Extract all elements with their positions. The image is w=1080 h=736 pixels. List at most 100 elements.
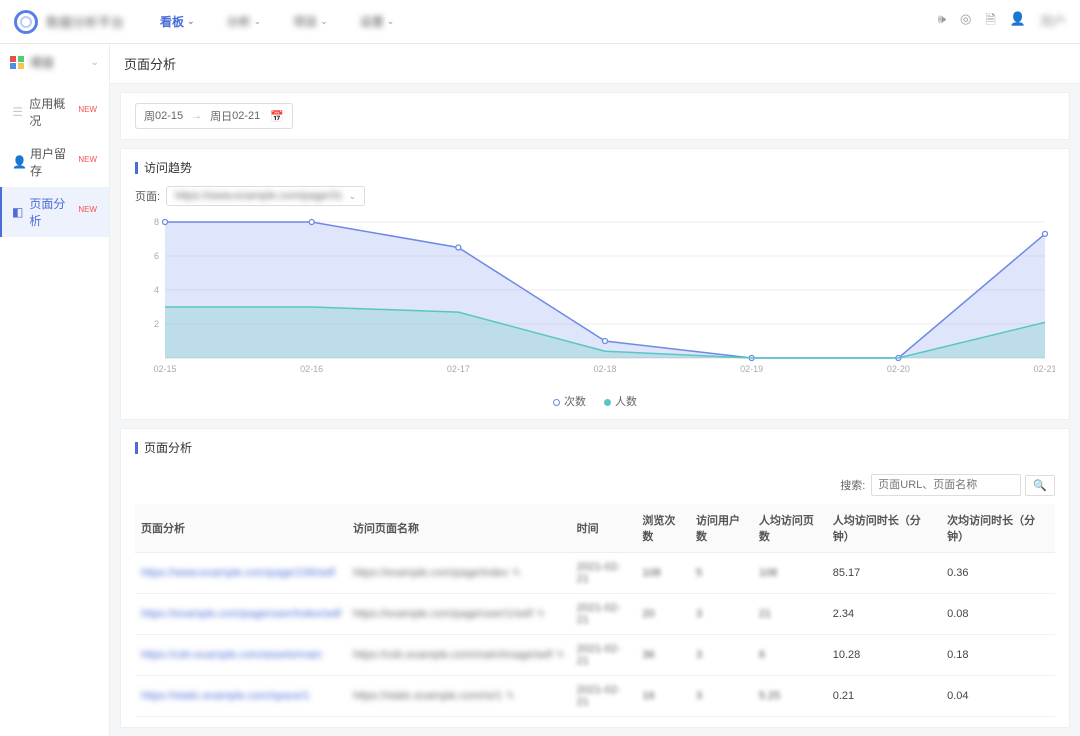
edit-icon[interactable]: ✎ xyxy=(537,609,545,620)
trend-card: 访问趋势 页面: https://www.example.com/page/31… xyxy=(120,148,1070,420)
main: 页面分析 周 02-15 → 周日 02-21 📅 访问趋势 页面: https… xyxy=(110,44,1080,736)
legend-visits: 次数 xyxy=(564,396,586,408)
table-header: 浏览次数 xyxy=(636,504,690,553)
svg-text:02-15: 02-15 xyxy=(153,364,176,374)
row-time: 2021-02-21 xyxy=(571,594,637,635)
logo-icon xyxy=(14,10,38,34)
row-users: 5 xyxy=(690,553,753,594)
row-users: 3 xyxy=(690,594,753,635)
date-from: 02-15 xyxy=(155,110,183,122)
arrow-right-icon: → xyxy=(191,110,202,122)
date-range-picker[interactable]: 周 02-15 → 周日 02-21 📅 xyxy=(135,103,293,129)
row-url[interactable]: https://example.com/page/user/index/self xyxy=(135,594,347,635)
nav-item-2[interactable]: 项目⌄ xyxy=(293,13,328,30)
row-avg-duration-visit: 0.18 xyxy=(941,635,1055,676)
doc-icon[interactable]: 🗎 xyxy=(985,11,995,33)
row-name: https://example.com/page/index✎ xyxy=(347,553,571,594)
chart-legend: 次数 人数 xyxy=(121,389,1069,419)
user-icon[interactable]: 👤 xyxy=(1010,11,1026,33)
table-row: https://example.com/page/user/index/self… xyxy=(135,594,1055,635)
brand-name: 数据分析平台 xyxy=(46,12,124,31)
svg-text:02-16: 02-16 xyxy=(300,364,323,374)
new-badge: NEW xyxy=(78,155,97,164)
row-views: 108 xyxy=(636,553,690,594)
row-avg-pages: 6 xyxy=(753,635,827,676)
sidebar-item-2[interactable]: ◧页面分析NEW xyxy=(0,187,109,237)
svg-text:2: 2 xyxy=(154,319,159,329)
svg-text:02-17: 02-17 xyxy=(447,364,470,374)
sidebar-item-label: 用户留存 xyxy=(30,145,74,179)
row-avg-duration-user: 10.28 xyxy=(827,635,941,676)
row-avg-pages: 108 xyxy=(753,553,827,594)
topbar: 数据分析平台 看板⌄ 分析⌄ 项目⌄ 设置⌄ 🕪 ◎ 🗎 👤 用户 xyxy=(0,0,1080,44)
page-select[interactable]: https://www.example.com/page/31 ⌄ xyxy=(166,186,365,206)
row-avg-pages: 5.25 xyxy=(753,676,827,717)
legend-visits-dot xyxy=(553,399,560,406)
row-name: https://cdn.example.com/main/image/self✎ xyxy=(347,635,571,676)
row-avg-duration-visit: 0.36 xyxy=(941,553,1055,594)
row-name: https://static.example.com/re/1✎ xyxy=(347,676,571,717)
chevron-down-icon: ⌄ xyxy=(320,16,328,27)
table-title: 页面分析 xyxy=(121,429,1069,466)
svg-text:8: 8 xyxy=(154,217,159,227)
top-nav: 看板⌄ 分析⌄ 项目⌄ 设置⌄ xyxy=(160,13,394,30)
volume-icon[interactable]: 🕪 xyxy=(938,11,946,33)
chevron-down-icon: ⌄ xyxy=(254,16,262,27)
edit-icon[interactable]: ✎ xyxy=(506,691,514,702)
table-row: https://cdn.example.com/assets/mainhttps… xyxy=(135,635,1055,676)
row-avg-duration-user: 85.17 xyxy=(827,553,941,594)
page-select-label: 页面: xyxy=(135,188,160,204)
row-url[interactable]: https://static.example.com/space/1 xyxy=(135,676,347,717)
chevron-down-icon: ⌄ xyxy=(187,16,195,27)
row-url[interactable]: https://cdn.example.com/assets/main xyxy=(135,635,347,676)
row-users: 3 xyxy=(690,676,753,717)
nav-item-1[interactable]: 分析⌄ xyxy=(227,13,262,30)
table-header: 次均访问时长（分钟） xyxy=(941,504,1055,553)
legend-users: 人数 xyxy=(615,396,637,408)
svg-text:6: 6 xyxy=(154,251,159,261)
row-avg-duration-user: 2.34 xyxy=(827,594,941,635)
target-icon[interactable]: ◎ xyxy=(960,11,971,33)
svg-text:02-20: 02-20 xyxy=(887,364,910,374)
svg-text:4: 4 xyxy=(154,285,159,295)
table-row: https://www.example.com/page/158/selfhtt… xyxy=(135,553,1055,594)
chevron-down-icon: ⌄ xyxy=(349,191,357,202)
chevron-down-icon: ⌄ xyxy=(91,57,99,68)
row-views: 36 xyxy=(636,635,690,676)
legend-users-dot xyxy=(604,399,611,406)
date-range-card: 周 02-15 → 周日 02-21 📅 xyxy=(120,92,1070,140)
sidebar-icon: 👤 xyxy=(12,155,24,169)
new-badge: NEW xyxy=(78,105,97,114)
row-time: 2021-02-21 xyxy=(571,676,637,717)
trend-chart: 246802-1502-1602-1702-1802-1902-2002-21 xyxy=(135,216,1055,376)
row-avg-duration-visit: 0.08 xyxy=(941,594,1055,635)
row-time: 2021-02-21 xyxy=(571,635,637,676)
search-input[interactable] xyxy=(871,474,1021,496)
row-avg-duration-user: 0.21 xyxy=(827,676,941,717)
row-url[interactable]: https://www.example.com/page/158/self xyxy=(135,553,347,594)
page-table: 页面分析访问页面名称时间浏览次数访问用户数人均访问页数人均访问时长（分钟）次均访… xyxy=(135,504,1055,717)
user-name[interactable]: 用户 xyxy=(1040,11,1066,33)
page-select-value: https://www.example.com/page/31 xyxy=(175,190,343,202)
date-from-prefix: 周 xyxy=(144,108,155,124)
calendar-icon: 📅 xyxy=(270,110,284,123)
topbar-actions: 🕪 ◎ 🗎 👤 用户 xyxy=(938,11,1066,33)
sidebar-item-label: 应用概况 xyxy=(29,95,74,129)
svg-text:02-18: 02-18 xyxy=(593,364,616,374)
sidebar-item-0[interactable]: ☰应用概况NEW xyxy=(0,87,109,137)
table-header: 访问页面名称 xyxy=(347,504,571,553)
table-card: 页面分析 搜索: 🔍 页面分析访问页面名称时间浏览次数访问用户数人均访问页数人均… xyxy=(120,428,1070,728)
chevron-down-icon: ⌄ xyxy=(387,16,395,27)
workspace-selector[interactable]: 项目 ⌄ xyxy=(0,44,109,81)
svg-text:02-21: 02-21 xyxy=(1033,364,1055,374)
table-header: 人均访问页数 xyxy=(753,504,827,553)
row-name: https://example.com/page/user/1/self✎ xyxy=(347,594,571,635)
search-button[interactable]: 🔍 xyxy=(1025,475,1055,496)
page-title: 页面分析 xyxy=(110,44,1080,84)
edit-icon[interactable]: ✎ xyxy=(556,650,564,661)
nav-item-3[interactable]: 设置⌄ xyxy=(360,13,395,30)
sidebar-item-1[interactable]: 👤 用户留存 NEW xyxy=(0,137,109,187)
nav-item-0[interactable]: 看板⌄ xyxy=(160,13,195,30)
table-header: 时间 xyxy=(571,504,637,553)
edit-icon[interactable]: ✎ xyxy=(512,568,520,579)
